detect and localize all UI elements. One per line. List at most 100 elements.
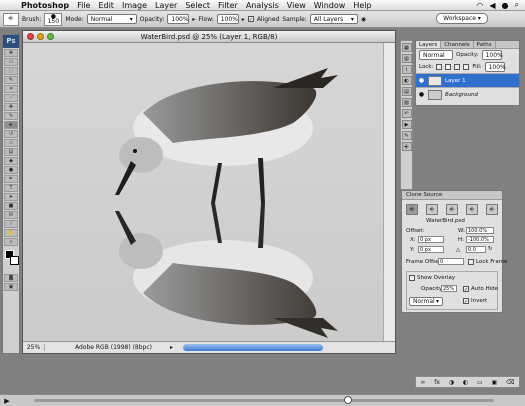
spotlight-icon[interactable]: ⌕ (515, 0, 519, 10)
lock-frame-checkbox[interactable] (468, 259, 474, 265)
pressure-opacity-icon[interactable]: ▸ (192, 16, 195, 23)
menu-layer[interactable]: Layer (151, 1, 181, 10)
menu-file[interactable]: File (73, 1, 94, 10)
path-selection-tool-icon[interactable]: ➤ (4, 193, 18, 201)
blur-tool-icon[interactable]: ◆ (4, 157, 18, 165)
adjustment-layer-icon[interactable]: ◐ (463, 379, 468, 386)
menu-select[interactable]: Select (181, 1, 214, 10)
reset-transform-icon[interactable]: ↻ (488, 246, 493, 252)
menu-view[interactable]: View (283, 1, 310, 10)
tab-layers[interactable]: Layers (416, 41, 442, 48)
zoom-tool-icon[interactable]: ⌕ (4, 238, 18, 246)
eyedropper-tool-icon[interactable]: ⁄ (4, 220, 18, 228)
wifi-icon[interactable]: ◠ (476, 1, 483, 10)
clone-source-1-icon[interactable]: ⎆ (406, 204, 418, 215)
mode-select[interactable]: Normal ▾ (86, 14, 137, 24)
layer-opacity-field[interactable]: 100% (481, 50, 503, 60)
menu-image[interactable]: Image (118, 1, 151, 10)
brush-picker[interactable]: ● 150 (44, 12, 63, 26)
color-swatches[interactable] (4, 249, 19, 271)
workspace-button[interactable]: Workspace ▾ (436, 13, 488, 24)
shape-tool-icon[interactable]: ■ (4, 202, 18, 210)
width-scale-field[interactable]: 100.0% (466, 227, 494, 234)
play-icon[interactable]: ▶ (0, 397, 14, 405)
auto-hide-checkbox[interactable]: ✓ (463, 286, 469, 293)
clone-source-4-icon[interactable]: ⎆ (466, 204, 478, 215)
move-tool-icon[interactable]: ✥ (4, 49, 18, 57)
quick-mask-icon[interactable]: ◙ (4, 274, 18, 282)
pen-tool-icon[interactable]: ✒ (4, 175, 18, 183)
lock-all-icon[interactable] (463, 64, 470, 70)
x-offset-field[interactable]: 0 px (418, 236, 444, 243)
histogram-icon[interactable]: ▥ (401, 54, 412, 63)
menu-analysis[interactable]: Analysis (242, 1, 283, 10)
show-overlay-checkbox[interactable] (409, 275, 415, 281)
new-group-icon[interactable]: ▭ (477, 379, 483, 386)
history-brush-tool-icon[interactable]: ↺ (4, 130, 18, 138)
document-title-bar[interactable]: WaterBird.psd @ 25% (Layer 1, RGB/8) (23, 31, 395, 43)
aligned-checkbox[interactable]: ✓ (247, 16, 254, 23)
layer-mask-icon[interactable]: ◑ (449, 379, 454, 386)
photoshop-logo[interactable]: Ps (3, 35, 19, 48)
healing-brush-tool-icon[interactable]: ✚ (4, 103, 18, 111)
user-icon[interactable]: ● (502, 1, 509, 10)
trash-icon[interactable]: ⌫ (506, 379, 514, 386)
tab-paths[interactable]: Paths (474, 41, 496, 48)
menu-edit[interactable]: Edit (94, 1, 118, 10)
brushes-icon[interactable]: ✎ (401, 131, 412, 140)
notes-tool-icon[interactable]: ✉ (4, 211, 18, 219)
airbrush-icon[interactable]: ▸ (242, 16, 245, 23)
screen-mode-icon[interactable]: ▣ (4, 283, 18, 291)
navigator-icon[interactable]: ▦ (401, 43, 412, 52)
type-tool-icon[interactable]: T (4, 184, 18, 192)
crop-tool-icon[interactable]: ⌗ (4, 85, 18, 93)
y-offset-field[interactable]: 0 px (418, 246, 444, 253)
clone-stamp-tool-icon[interactable]: ⎆ (4, 121, 18, 129)
fill-field[interactable]: 100% (484, 62, 506, 72)
color-profile-info[interactable]: Adobe RGB (1998) (8bpc) (75, 344, 170, 351)
styles-icon[interactable]: ▧ (401, 98, 412, 107)
visibility-eye-icon[interactable]: ● (418, 91, 425, 98)
marquee-tool-icon[interactable]: ▭ (4, 58, 18, 66)
blend-mode-select[interactable]: Normal (419, 50, 453, 60)
menu-help[interactable]: Help (349, 1, 375, 10)
flow-field[interactable]: 100% (216, 14, 239, 24)
link-layers-icon[interactable]: ∞ (420, 379, 425, 386)
image-canvas[interactable] (23, 43, 384, 341)
new-layer-icon[interactable]: ▣ (491, 379, 497, 386)
clone-source-tab[interactable]: Clone Source (402, 191, 502, 200)
info-icon[interactable]: i (401, 65, 412, 74)
color-panel-icon[interactable]: ◐ (401, 76, 412, 85)
vertical-scrollbar[interactable] (383, 43, 395, 341)
opacity-field[interactable]: 100% (167, 14, 190, 24)
visibility-eye-icon[interactable]: ● (418, 77, 425, 84)
slice-tool-icon[interactable]: ⟋ (4, 94, 18, 102)
layer-row-layer-1[interactable]: ● Layer 1 (416, 73, 519, 87)
lock-image-icon[interactable] (445, 64, 452, 70)
hand-tool-icon[interactable]: ✋ (4, 229, 18, 237)
playback-progress-track[interactable] (34, 396, 494, 404)
layer-style-icon[interactable]: fx (434, 379, 440, 386)
actions-icon[interactable]: ▶ (401, 120, 412, 129)
clone-source-icon[interactable]: ⎆ (401, 142, 412, 151)
menu-window[interactable]: Window (310, 1, 350, 10)
status-arrow-icon[interactable]: ▸ (170, 344, 173, 351)
menu-app-name[interactable]: Photoshop (17, 1, 73, 10)
angle-field[interactable]: 0.0 (466, 246, 486, 253)
height-scale-field[interactable]: -100.0% (466, 236, 494, 243)
tab-channels[interactable]: Channels (441, 41, 474, 48)
quick-selection-tool-icon[interactable]: ✎ (4, 76, 18, 84)
overlay-opacity-field[interactable]: 25% (441, 285, 457, 292)
sample-select[interactable]: All Layers ▾ (309, 14, 358, 24)
playhead-knob[interactable] (344, 396, 352, 404)
clone-source-5-icon[interactable]: ⎆ (486, 204, 498, 215)
lasso-tool-icon[interactable]: ◌ (4, 67, 18, 75)
lock-transparent-icon[interactable] (436, 64, 443, 70)
gradient-tool-icon[interactable]: ▤ (4, 148, 18, 156)
background-color-swatch[interactable] (10, 256, 19, 265)
clone-source-3-icon[interactable]: ⎆ (446, 204, 458, 215)
lock-position-icon[interactable] (454, 64, 461, 70)
clone-source-2-icon[interactable]: ⎆ (426, 204, 438, 215)
clone-stamp-tool-preset-icon[interactable]: ⎆ (3, 12, 19, 26)
layer-row-background[interactable]: ● Background (416, 87, 519, 101)
